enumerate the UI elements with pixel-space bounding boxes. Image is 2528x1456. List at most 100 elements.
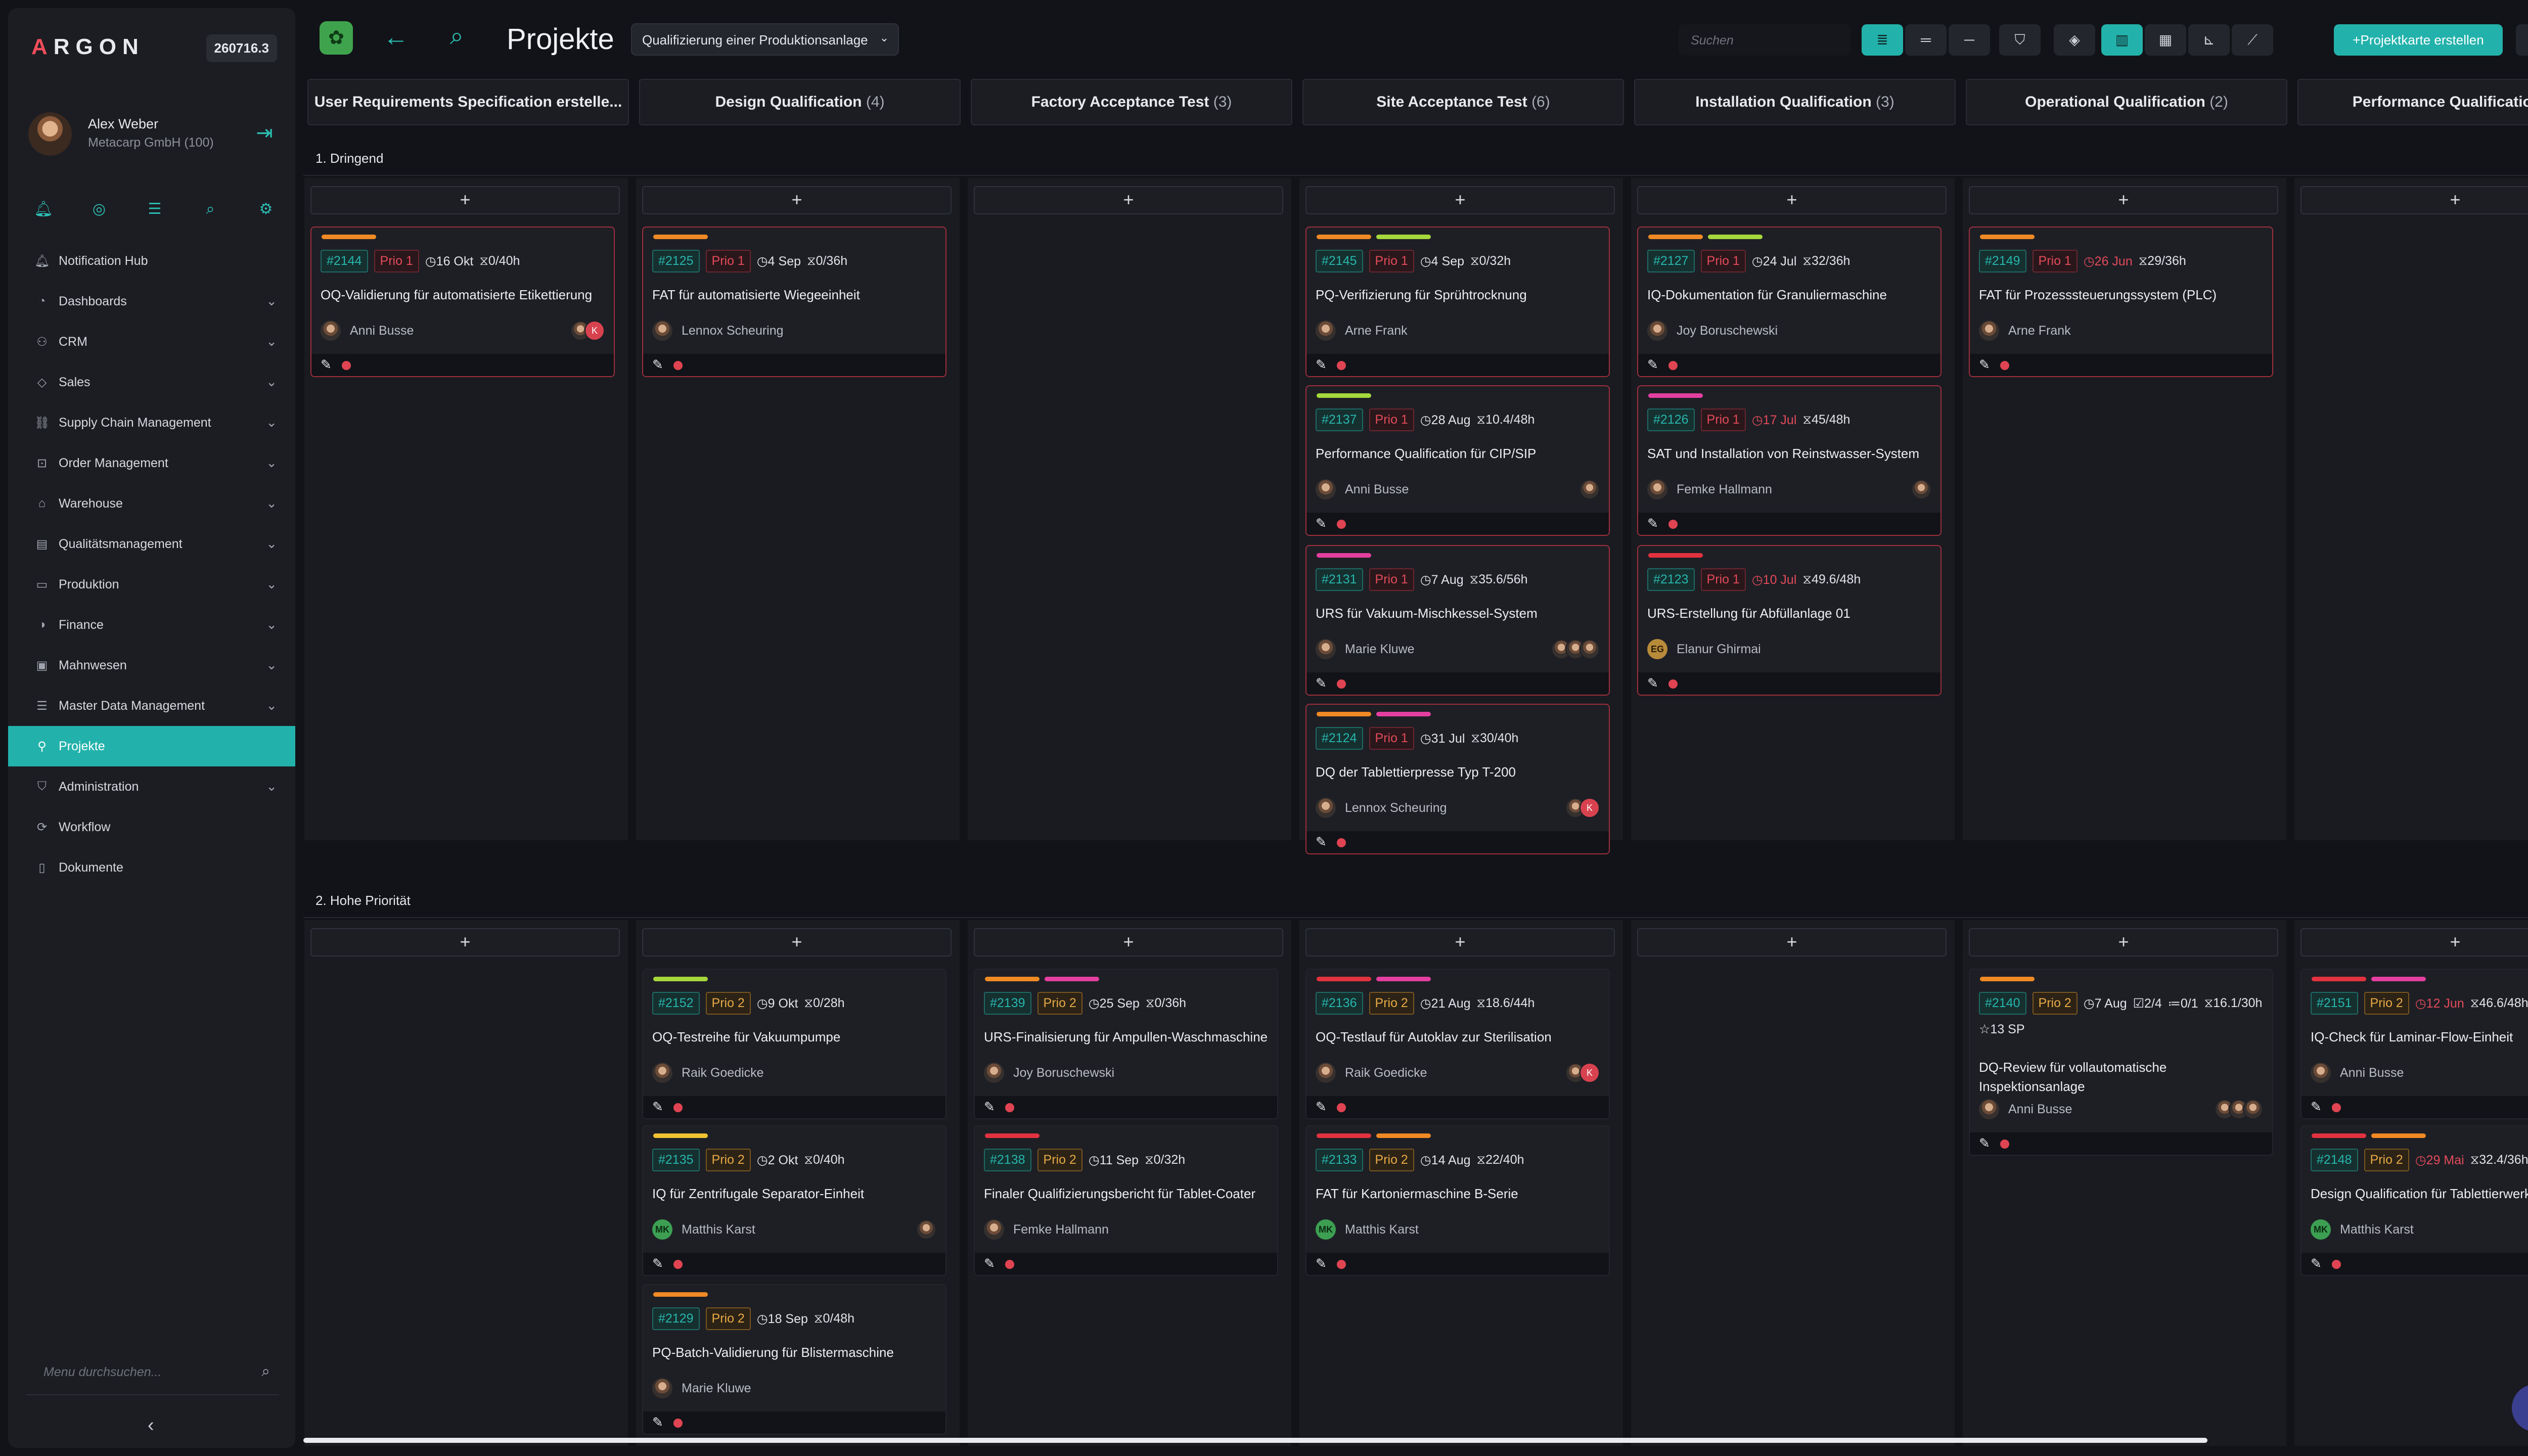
assignee-stack[interactable] [1579,479,1600,499]
card-title[interactable]: URS für Vakuum-Mischkessel-System [1316,604,1602,623]
edit-pencil-icon[interactable]: ✎ [984,1099,995,1115]
edit-pencil-icon[interactable]: ✎ [1316,1256,1327,1271]
add-card-button[interactable]: + [2300,186,2528,214]
app-logo[interactable]: ARGON [31,34,145,60]
scrollbar-thumb[interactable] [303,1438,2207,1443]
card-owner[interactable]: Marie Kluwe [1316,639,1415,659]
target-icon[interactable]: ◎ [89,199,109,219]
project-card[interactable]: #2149 Prio 1 ◷26 Jun ⧖29/36h FAT für Proz… [1969,226,2273,377]
add-card-button[interactable]: + [642,186,952,214]
card-owner[interactable]: Femke Hallmann [1647,479,1772,499]
card-title[interactable]: FAT für automatisierte Wiegeeinheit [652,285,938,304]
kanban-view-button[interactable]: ▥ [2101,24,2143,56]
avatar[interactable] [28,112,72,156]
list-icon[interactable]: ☰ [145,199,165,219]
edit-pencil-icon[interactable]: ✎ [1647,357,1658,373]
add-card-button[interactable]: + [2300,928,2528,957]
card-id-badge[interactable]: #2152 [652,992,700,1015]
sidebar-item-order-management[interactable]: ⊡ Order Management ⌄ [8,443,295,483]
column-header[interactable]: Design Qualification (4) [639,79,961,125]
card-title[interactable]: OQ-Testlauf für Autoklav zur Sterilisati… [1316,1027,1602,1046]
gantt-view-button[interactable]: ⊾ [2188,24,2230,56]
card-id-badge[interactable]: #2148 [2311,1149,2358,1171]
sidebar-item-mahnwesen[interactable]: ▣ Mahnwesen ⌄ [8,645,295,686]
edit-pencil-icon[interactable]: ✎ [984,1256,995,1271]
project-card[interactable]: #2148 Prio 2 ◷29 Mai ⧖32.4/36h Design Qua… [2300,1125,2528,1276]
more-options-icon[interactable]: ⋮ [2516,24,2528,56]
layers-button[interactable]: ◈ [2054,24,2095,56]
card-owner[interactable]: Anni Busse [1979,1099,2072,1119]
card-title[interactable]: DQ-Review für vollautomatische Inspektio… [1979,1058,2265,1096]
create-card-button[interactable]: +Projektkarte erstellen [2334,24,2503,56]
card-id-badge[interactable]: #2123 [1647,568,1695,591]
edit-pencil-icon[interactable]: ✎ [1316,516,1327,531]
card-id-badge[interactable]: #2131 [1316,568,1363,591]
add-card-button[interactable]: + [1637,186,1947,214]
edit-pencil-icon[interactable]: ✎ [1647,516,1658,531]
edit-pencil-icon[interactable]: ✎ [2311,1256,2322,1271]
card-owner[interactable]: EG Elanur Ghirmai [1647,639,1761,659]
board-horizontal-scrollbar[interactable] [303,1438,2528,1443]
sidebar-item-master-data-management[interactable]: ☰ Master Data Management ⌄ [8,686,295,726]
card-title[interactable]: PQ-Verifizierung für Sprühtrocknung [1316,285,1602,304]
card-title[interactable]: Design Qualification für Tablettierwerkz… [2311,1184,2528,1203]
sidebar-item-workflow[interactable]: ⟳ Workflow [8,807,295,847]
sidebar-item-crm[interactable]: ⚇ CRM ⌄ [8,322,295,362]
card-owner[interactable]: Raik Goedicke [1316,1063,1427,1083]
column-header[interactable]: User Requirements Specification erstelle… [307,79,629,125]
add-card-button[interactable]: + [310,928,620,957]
sidebar-item-warehouse[interactable]: ⌂ Warehouse ⌄ [8,483,295,524]
sidebar-item-produktion[interactable]: ▭ Produktion ⌄ [8,564,295,605]
add-card-button[interactable]: + [1969,928,2278,957]
column-header[interactable]: Factory Acceptance Test (3) [971,79,1292,125]
assignee-stack[interactable]: K [570,321,605,341]
card-owner[interactable]: Marie Kluwe [652,1378,751,1398]
edit-pencil-icon[interactable]: ✎ [652,357,663,373]
edit-pencil-icon[interactable]: ✎ [1316,1099,1327,1115]
swimlane-label[interactable]: 2. Hohe Priorität [315,893,411,908]
project-card[interactable]: #2123 Prio 1 ◷10 Jul ⧖49.6/48h URS-Erstel… [1637,545,1942,696]
edit-pencil-icon[interactable]: ✎ [652,1415,663,1430]
project-card[interactable]: #2127 Prio 1 ◷24 Jul ⧖32/36h IQ-Dokumenta… [1637,226,1942,377]
card-title[interactable]: PQ-Batch-Validierung für Blistermaschine [652,1343,938,1362]
project-card[interactable]: #2136 Prio 2 ◷21 Aug ⧖18.6/44h OQ-Testlau… [1305,969,1610,1119]
project-card[interactable]: #2139 Prio 2 ◷25 Sep ⧖0/36h URS-Finalisie… [974,969,1278,1119]
menu-search-input[interactable]: Menu durchsuchen... ⌕ [26,1352,279,1395]
edit-pencil-icon[interactable]: ✎ [1316,675,1327,691]
sidebar-item-dokumente[interactable]: ▯ Dokumente [8,847,295,888]
user-profile[interactable]: Alex Weber Metacarp GmbH (100) ⇥ [28,109,276,160]
edit-pencil-icon[interactable]: ✎ [1647,675,1658,691]
assignee-stack[interactable] [1551,639,1600,659]
back-arrow-icon[interactable]: ← [383,22,409,52]
card-id-badge[interactable]: #2126 [1647,408,1695,431]
search-icon[interactable]: ⌕ [450,22,464,51]
edit-pencil-icon[interactable]: ✎ [321,357,332,373]
swimlane-label[interactable]: 1. Dringend [315,151,383,166]
card-id-badge[interactable]: #2125 [652,250,700,272]
edit-pencil-icon[interactable]: ✎ [652,1099,663,1115]
card-owner[interactable]: Arne Frank [1316,321,1408,341]
add-card-button[interactable]: + [974,186,1283,214]
card-title[interactable]: URS-Erstellung für Abfüllanlage 01 [1647,604,1933,623]
project-card[interactable]: #2138 Prio 2 ◷11 Sep ⧖0/32h Finaler Quali… [974,1125,1278,1276]
assignee-stack[interactable] [916,1219,936,1240]
sidebar-item-administration[interactable]: ⛉ Administration ⌄ [8,766,295,807]
add-card-button[interactable]: + [1637,928,1947,957]
card-id-badge[interactable]: #2140 [1979,992,2026,1015]
card-id-badge[interactable]: #2144 [321,250,368,272]
project-card[interactable]: #2140 Prio 2 ◷7 Aug ☑2/4 ≔0/1 ⧖16.1/30h ☆… [1969,969,2273,1156]
card-id-badge[interactable]: #2137 [1316,408,1363,431]
card-owner[interactable]: Femke Hallmann [984,1219,1109,1240]
project-card[interactable]: #2151 Prio 2 ◷12 Jun ⧖46.6/48h IQ-Check f… [2300,969,2528,1119]
card-title[interactable]: IQ-Check für Laminar-Flow-Einheit [2311,1027,2528,1046]
filter-button[interactable]: ⛉ [1999,24,2041,56]
card-id-badge[interactable]: #2151 [2311,992,2358,1015]
edit-pencil-icon[interactable]: ✎ [1316,834,1327,850]
project-card[interactable]: #2144 Prio 1 ◷16 Okt ⧖0/40h OQ-Validierun… [310,226,615,377]
view-minimal-button[interactable]: ─ [1949,24,1990,56]
card-id-badge[interactable]: #2127 [1647,250,1695,272]
card-title[interactable]: URS-Finalisierung für Ampullen-Waschmasc… [984,1027,1270,1046]
card-title[interactable]: FAT für Kartoniermaschine B-Serie [1316,1184,1602,1203]
edit-pencil-icon[interactable]: ✎ [1979,357,1990,373]
collapse-sidebar-icon[interactable]: ‹ [148,1415,154,1436]
